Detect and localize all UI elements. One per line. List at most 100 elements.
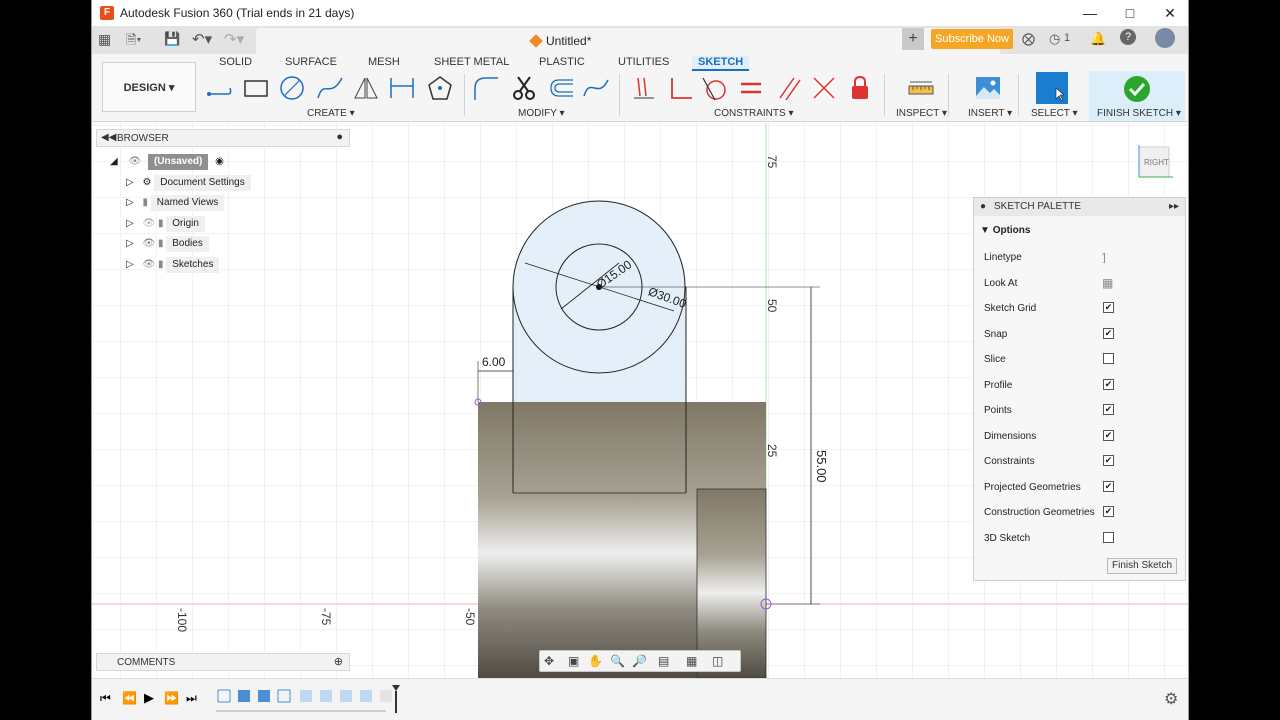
palette-finish-sketch-button[interactable]: Finish Sketch — [1107, 558, 1177, 574]
save-icon[interactable]: 💾 — [164, 31, 180, 47]
select-menu[interactable]: SELECT ▾ — [1031, 108, 1078, 119]
timeline-extrude-feature[interactable] — [258, 690, 270, 702]
expand-arrow-icon[interactable]: ▷ — [126, 259, 134, 270]
visibility-eye-icon[interactable]: 👁 — [128, 156, 141, 167]
browser-root-row[interactable]: ◢ 👁 (Unsaved) ◉ — [110, 154, 224, 170]
timeline-last-icon[interactable]: ⏭ — [186, 691, 197, 706]
line-tool-icon[interactable] — [206, 74, 234, 102]
timeline-features[interactable] — [216, 685, 406, 715]
browser-pin-icon[interactable]: ● — [336, 131, 343, 143]
display-settings-icon[interactable]: ▤ — [658, 654, 672, 668]
visibility-eye-icon[interactable]: 👁 — [142, 238, 155, 249]
palette-checkbox[interactable]: ✔ — [1103, 302, 1114, 313]
linetype-icon[interactable]: ⦐ — [1102, 250, 1106, 265]
palette-collapse-icon[interactable]: ● — [980, 198, 986, 216]
dim-offset[interactable]: 6.00 — [482, 355, 506, 369]
help-icon[interactable]: ? — [1120, 29, 1136, 45]
palette-checkbox[interactable] — [1103, 531, 1114, 543]
trim-scissors-icon[interactable] — [510, 74, 538, 102]
timeline-suppressed-feature[interactable] — [360, 690, 372, 702]
palette-checkbox[interactable]: ✔ — [1103, 506, 1114, 517]
palette-checkbox[interactable] — [1103, 353, 1114, 364]
expand-arrow-icon[interactable]: ▷ — [126, 177, 134, 188]
browser-item-origin[interactable]: ▷ 👁 ▮ Origin — [126, 216, 205, 232]
viewcube[interactable]: RIGHT — [1138, 145, 1173, 178]
timeline-suppressed-feature[interactable] — [300, 690, 312, 702]
break-curve-icon[interactable] — [582, 74, 610, 102]
inspect-menu[interactable]: INSPECT ▾ — [896, 108, 947, 119]
timeline-suppressed-feature[interactable] — [380, 690, 392, 702]
polygon-tool-icon[interactable] — [426, 74, 454, 102]
notifications-icon[interactable]: 🔔 — [1090, 31, 1106, 47]
pan-hand-icon[interactable]: ✋ — [588, 654, 603, 668]
hidden-eye-icon[interactable]: 👁 — [142, 218, 155, 229]
measure-ruler-icon[interactable] — [907, 74, 935, 102]
look-at-icon[interactable]: ▣ — [568, 654, 582, 668]
dimension-tool-icon[interactable] — [388, 74, 416, 102]
job-status-icon[interactable]: ◷ — [1049, 31, 1060, 47]
look-at-calendar-icon[interactable]: ▦ — [1102, 276, 1113, 290]
palette-checkbox[interactable]: ✔ — [1103, 378, 1114, 390]
document-tab[interactable]: Untitled* ✕ — [256, 28, 1000, 54]
circle-tool-icon[interactable] — [278, 74, 306, 102]
timeline-next-icon[interactable]: ⏩ — [164, 691, 179, 705]
app-grid-icon[interactable]: ▦ — [98, 31, 111, 48]
design-workspace-button[interactable]: DESIGN ▾ — [102, 62, 196, 112]
comments-panel-header[interactable]: COMMENTS ⊕ — [96, 653, 350, 671]
tab-mesh[interactable]: MESH — [368, 56, 400, 68]
palette-checkbox[interactable]: ✔ — [1103, 327, 1114, 339]
user-avatar[interactable] — [1155, 28, 1175, 48]
insert-menu[interactable]: INSERT ▾ — [968, 108, 1012, 119]
palette-checkbox[interactable]: ✔ — [1103, 455, 1114, 466]
select-cursor-icon[interactable] — [1036, 72, 1068, 104]
timeline-sketch-feature[interactable] — [217, 689, 231, 703]
perpendicular-constraint-icon[interactable] — [666, 74, 694, 102]
timeline-prev-icon[interactable]: ⏪ — [122, 691, 137, 705]
expand-arrow-icon[interactable]: ▷ — [126, 218, 134, 229]
timeline-suppressed-feature[interactable] — [320, 690, 332, 702]
palette-checkbox[interactable]: ✔ — [1103, 404, 1114, 415]
timeline-extrude-feature[interactable] — [238, 690, 250, 702]
create-menu[interactable]: CREATE ▾ — [307, 108, 355, 119]
palette-expand-icon[interactable]: ▸▸ — [1169, 198, 1179, 216]
browser-item-document-settings[interactable]: ▷ ⚙ Document Settings — [126, 175, 251, 191]
browser-item-named-views[interactable]: ▷ ▮ Named Views — [126, 195, 225, 211]
offset-tool-icon[interactable] — [547, 74, 575, 102]
minimize-button[interactable]: — — [1070, 0, 1110, 26]
expand-arrow-icon[interactable]: ▷ — [126, 238, 134, 249]
browser-panel-header[interactable]: ◀◀ BROWSER ● — [96, 129, 350, 147]
finish-sketch-button[interactable]: FINISH SKETCH ▾ — [1089, 71, 1185, 121]
constraints-menu[interactable]: CONSTRAINTS ▾ — [714, 108, 793, 119]
collinear-constraint-icon[interactable] — [810, 74, 838, 102]
activate-radio-icon[interactable]: ◉ — [215, 156, 224, 167]
spline-tool-icon[interactable] — [316, 74, 344, 102]
browser-item-bodies[interactable]: ▷ 👁 ▮ Bodies — [126, 236, 209, 252]
collapse-browser-icon[interactable]: ◀◀ — [101, 132, 116, 143]
viewports-icon[interactable]: ◫ — [712, 654, 726, 668]
expand-arrow-icon[interactable]: ▷ — [126, 197, 134, 208]
fix-lock-icon[interactable] — [846, 74, 874, 102]
redo-icon[interactable]: ↷▾ — [224, 30, 244, 48]
timeline-marker[interactable] — [392, 685, 400, 713]
browser-item-sketches[interactable]: ▷ 👁 ▮ Sketches — [126, 257, 220, 273]
extensions-icon[interactable]: ⨂ — [1022, 31, 1035, 47]
timeline-sketch-feature[interactable] — [277, 689, 291, 703]
grid-settings-icon[interactable]: ▦ — [686, 654, 700, 668]
tab-plastic[interactable]: PLASTIC — [539, 56, 585, 68]
parallel-constraint-icon[interactable] — [774, 74, 802, 102]
new-tab-button[interactable]: + — [902, 28, 924, 50]
timeline-play-icon[interactable]: ▶ — [144, 690, 154, 706]
undo-icon[interactable]: ↶▾ — [192, 30, 212, 48]
insert-image-icon[interactable] — [974, 74, 1002, 102]
tab-surface[interactable]: SURFACE — [285, 56, 337, 68]
close-window-button[interactable]: ✕ — [1150, 0, 1188, 26]
options-section[interactable]: ▼ Options — [980, 225, 1030, 236]
tab-sketch[interactable]: SKETCH — [692, 56, 750, 71]
timeline-suppressed-feature[interactable] — [340, 690, 352, 702]
timeline-settings-gear-icon[interactable]: ⚙ — [1164, 689, 1178, 709]
tangent-constraint-icon[interactable] — [701, 74, 729, 102]
zoom-icon[interactable]: 🔍 — [610, 654, 625, 668]
timeline-first-icon[interactable]: ⏮ — [100, 691, 111, 706]
dim-height[interactable]: 55.00 — [814, 450, 829, 483]
add-comment-icon[interactable]: ⊕ — [334, 655, 343, 668]
